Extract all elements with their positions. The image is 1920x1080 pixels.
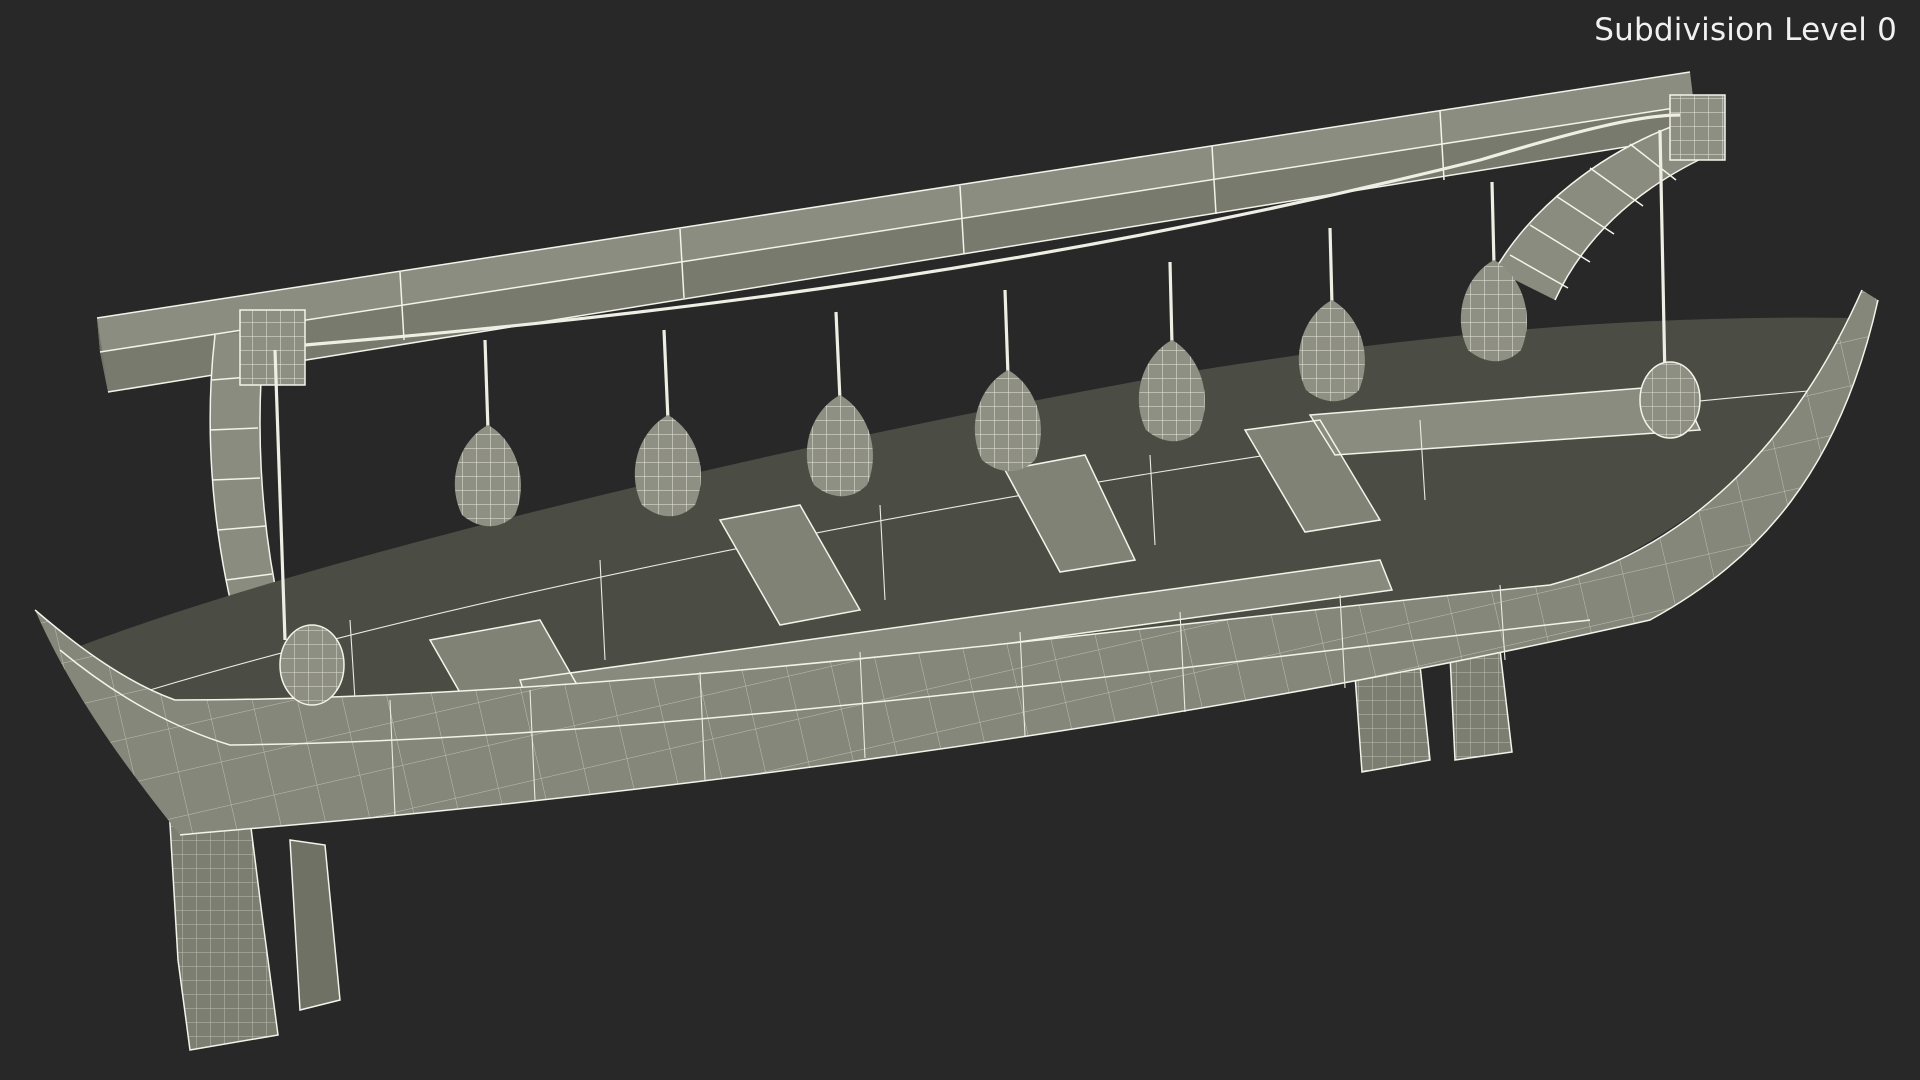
fender-3 [806,311,873,497]
viewport[interactable]: Subdivision Level 0 [0,0,1920,1080]
fender-1 [454,339,521,527]
fender-4 [974,289,1041,472]
davit-left [209,309,306,621]
fender-2 [634,329,701,517]
pulley-left [279,624,345,706]
wireframe-model [34,71,1879,1051]
subdivision-level-label: Subdivision Level 0 [1594,12,1897,48]
fender-5 [1138,261,1205,442]
fender-6 [1298,227,1365,402]
pulley-right [1639,361,1701,439]
